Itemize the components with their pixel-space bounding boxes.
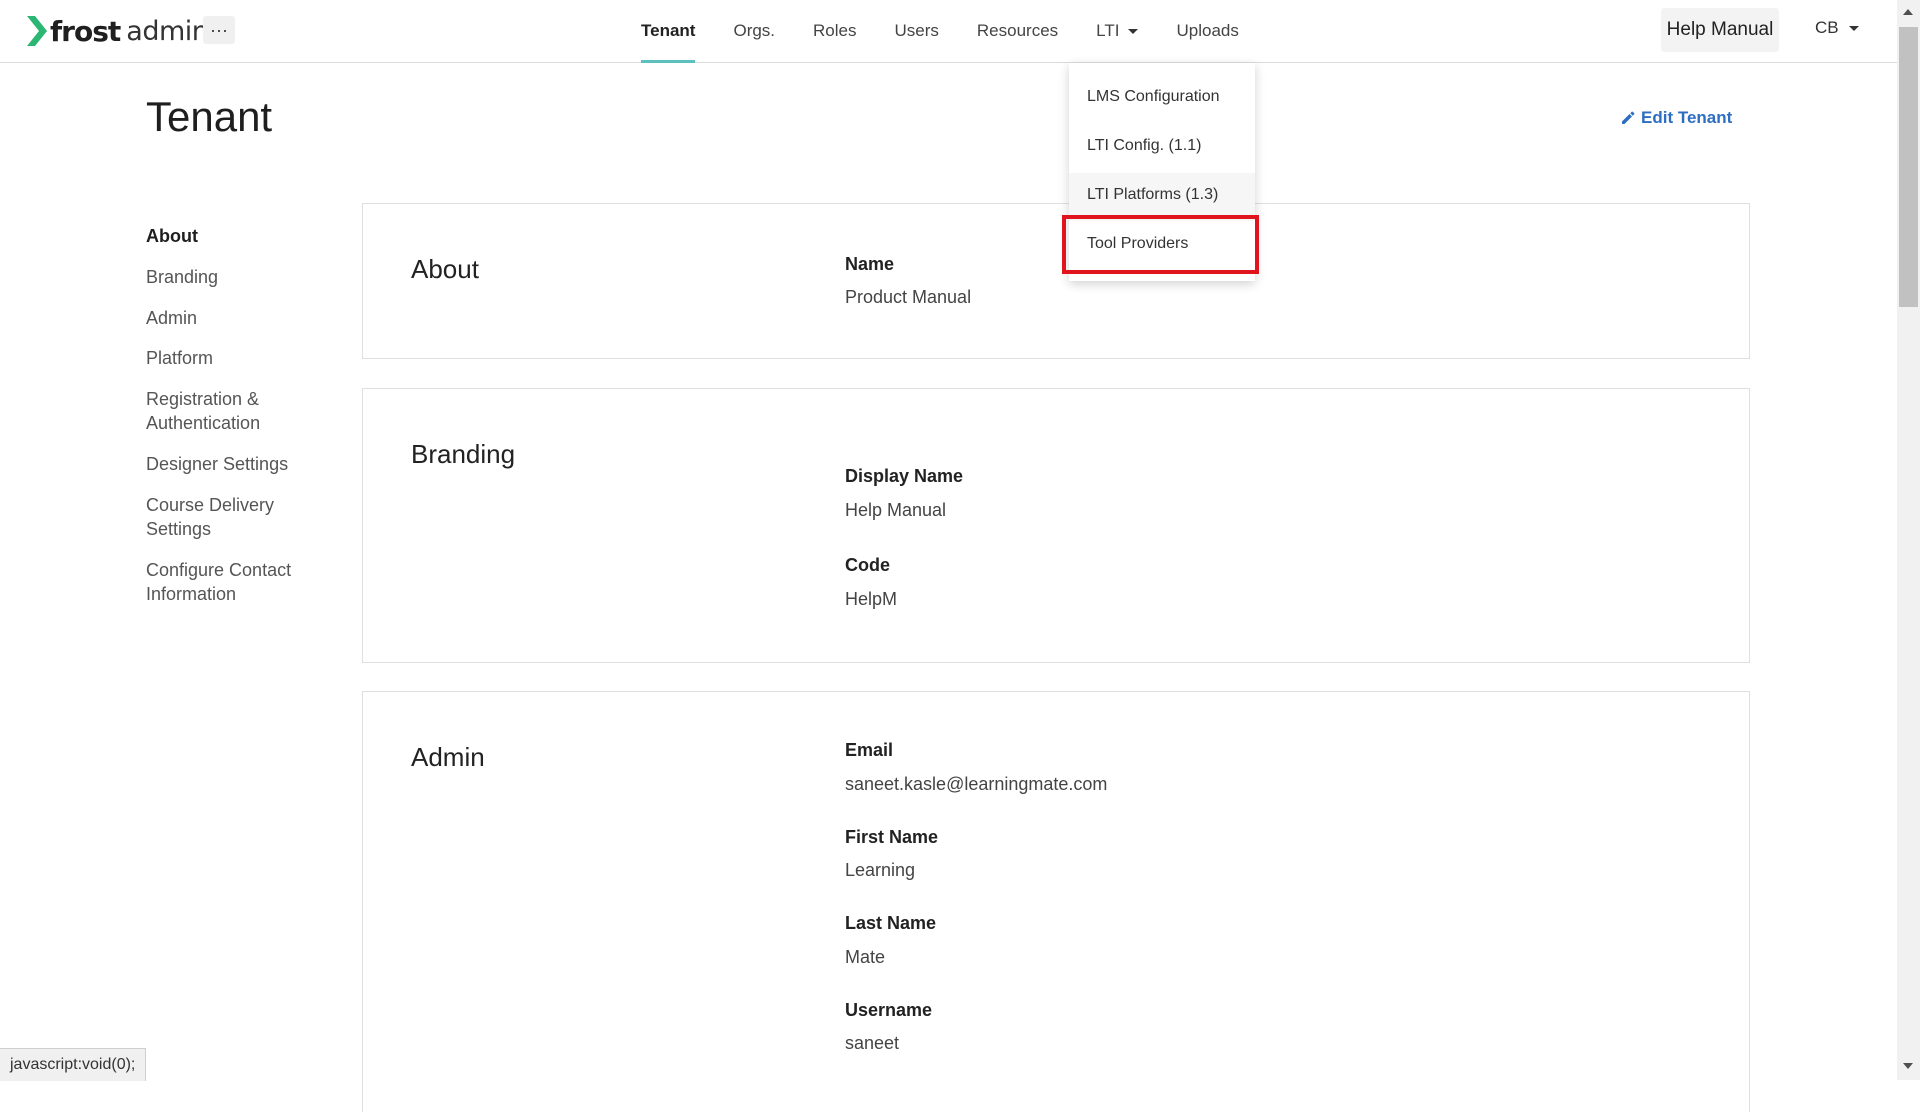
tab-resources[interactable]: Resources (977, 0, 1058, 62)
main-nav: Tenant Orgs. Roles Users Resources LTI U… (626, 0, 1239, 63)
help-manual-label: Help Manual (1666, 19, 1774, 40)
caret-down-icon (1128, 29, 1139, 35)
tab-roles[interactable]: Roles (813, 0, 856, 62)
tab-label: Orgs. (733, 21, 776, 40)
scroll-up-arrow-icon[interactable] (1903, 9, 1913, 15)
page-title: Tenant (146, 93, 273, 140)
about-section-title: About (411, 254, 479, 284)
frost-chevron-icon (27, 16, 47, 46)
name-field-label: Name (845, 254, 895, 274)
last-name-field-label: Last Name (845, 913, 937, 933)
side-nav-course-delivery-settings[interactable]: Course Delivery Settings (146, 493, 316, 541)
user-menu[interactable]: CB (1815, 18, 1859, 38)
side-nav-label-line: Course Delivery (146, 495, 275, 515)
code-field-label: Code (845, 555, 890, 575)
ellipsis-icon: ··· (210, 19, 228, 40)
scroll-down-arrow-icon[interactable] (1903, 1063, 1913, 1069)
user-initials: CB (1815, 18, 1839, 37)
tab-uploads[interactable]: Uploads (1176, 0, 1238, 62)
side-nav-configure-contact-information[interactable]: Configure Contact Information (146, 558, 316, 606)
logo-text-admin: admin (126, 15, 209, 47)
name-field-value: Product Manual (845, 287, 972, 307)
menu-item-label: LTI Config. (1.1) (1087, 137, 1202, 154)
branding-section-card: Branding Display Name Help Manual Code H… (362, 388, 1750, 663)
code-field-value: HelpM (845, 589, 898, 609)
username-field-value: saneet (845, 1033, 900, 1053)
more-menu-button[interactable]: ··· (203, 16, 235, 44)
side-nav-branding[interactable]: Branding (146, 265, 316, 289)
side-nav-label-line: Registration & (146, 389, 260, 409)
side-nav-about[interactable]: About (146, 224, 316, 248)
side-nav-label-line: Configure Contact (146, 560, 292, 580)
menu-item-label: LTI Platforms (1.3) (1087, 186, 1219, 203)
tool-providers-highlight-box (1062, 215, 1259, 274)
menu-item-lti-platforms-1-3[interactable]: LTI Platforms (1.3) (1087, 186, 1218, 204)
tab-label: Tenant (641, 21, 696, 40)
tab-tenant[interactable]: Tenant (641, 0, 696, 63)
email-field-value: saneet.kasle@learningmate.com (845, 774, 1108, 794)
about-section-card: About Name Product Manual (362, 203, 1750, 359)
tab-users[interactable]: Users (895, 0, 939, 62)
menu-item-lms-configuration[interactable]: LMS Configuration (1087, 88, 1220, 106)
admin-section-card: Admin Email saneet.kasle@learningmate.co… (362, 691, 1750, 1112)
scrollbar-thumb[interactable] (1899, 27, 1918, 307)
username-field-label: Username (845, 1000, 933, 1020)
side-nav-platform[interactable]: Platform (146, 346, 316, 370)
help-manual-button[interactable]: Help Manual (1661, 8, 1779, 52)
vertical-scrollbar[interactable] (1897, 0, 1920, 1080)
pencil-icon (1622, 111, 1635, 124)
tab-lti-dropdown[interactable]: LTI (1096, 0, 1139, 62)
side-nav-label: Branding (146, 267, 219, 287)
tab-label: Resources (976, 21, 1059, 40)
side-nav-label-line: Authentication (146, 413, 261, 433)
side-nav-label: Platform (146, 348, 214, 368)
menu-item-label: LMS Configuration (1087, 88, 1220, 105)
caret-down-icon (1848, 26, 1859, 32)
frost-admin-logo[interactable]: frost admin (27, 13, 209, 49)
branding-section-title: Branding (411, 439, 516, 469)
display-name-field-value: Help Manual (845, 500, 947, 520)
email-field-label: Email (845, 740, 894, 760)
side-nav-registration-authentication[interactable]: Registration & Authentication (146, 387, 316, 435)
first-name-field-value: Learning (845, 860, 916, 880)
tab-orgs[interactable]: Orgs. (733, 0, 775, 62)
side-nav-label-line: Settings (146, 519, 212, 539)
edit-tenant-label: Edit Tenant (1641, 108, 1733, 127)
menu-item-lti-config-1-1[interactable]: LTI Config. (1.1) (1087, 137, 1201, 155)
last-name-field-value: Mate (845, 947, 886, 967)
side-nav-label-line: Information (146, 584, 237, 604)
tab-label: Roles (813, 21, 857, 40)
side-nav-admin[interactable]: Admin (146, 306, 316, 330)
edit-tenant-link[interactable]: Edit Tenant (1621, 108, 1732, 128)
top-navbar: frost admin ··· Tenant Orgs. Roles Users… (0, 0, 1897, 63)
side-nav-designer-settings[interactable]: Designer Settings (146, 452, 316, 476)
first-name-field-label: First Name (845, 827, 939, 847)
display-name-field-label: Display Name (845, 466, 964, 486)
admin-section-title: Admin (411, 742, 485, 772)
side-nav-label: Designer Settings (146, 454, 289, 474)
browser-status-bar: javascript:void(0); (0, 1048, 147, 1081)
logo-text-frost: frost (50, 14, 121, 48)
side-nav-label: About (146, 226, 198, 246)
side-nav-label: Admin (146, 308, 198, 328)
tab-label: LTI (1096, 21, 1120, 40)
tab-label: Uploads (1176, 21, 1239, 40)
tab-label: Users (894, 21, 939, 40)
